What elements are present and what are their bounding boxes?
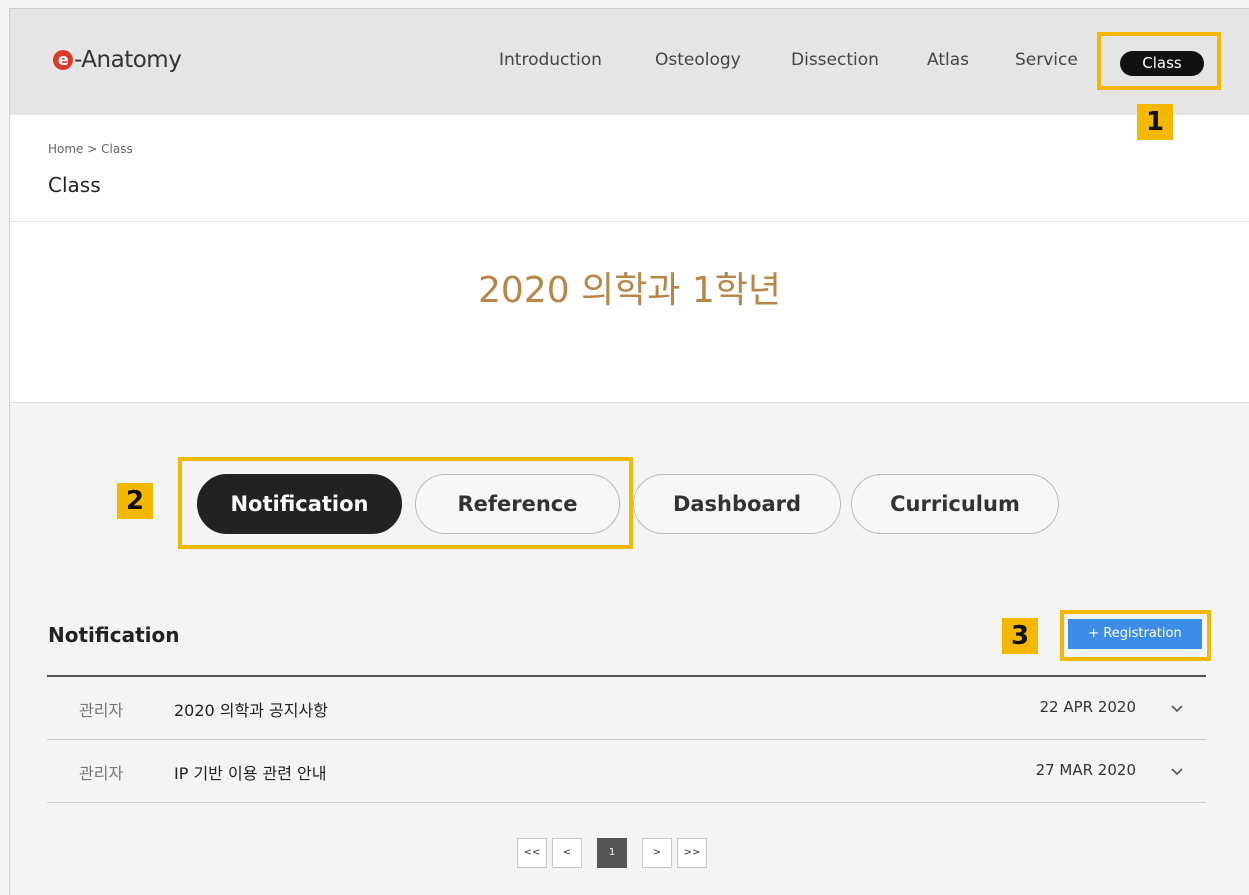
notice-subject[interactable]: 2020 의학과 공지사항	[174, 697, 328, 721]
highlight-tabs	[178, 457, 633, 549]
list-item[interactable]: 관리자 IP 기반 이용 관련 안내 27 MAR 2020	[47, 740, 1206, 803]
notice-subject[interactable]: IP 기반 이용 관련 안내	[174, 760, 326, 784]
nav-introduction[interactable]: Introduction	[499, 50, 602, 70]
page-number-current[interactable]: 1	[597, 838, 627, 868]
list-item[interactable]: 관리자 2020 의학과 공지사항 22 APR 2020	[47, 677, 1206, 740]
notice-author: 관리자	[79, 764, 124, 783]
main-nav: Introduction Osteology Dissection Atlas …	[10, 9, 1249, 115]
class-title: 2020 의학과 1학년	[477, 270, 781, 311]
highlight-class-nav	[1097, 32, 1221, 90]
notice-list: 관리자 2020 의학과 공지사항 22 APR 2020 관리자 IP 기반 …	[47, 675, 1206, 803]
breadcrumb-home[interactable]: Home	[48, 142, 83, 156]
breadcrumb-current: Class	[101, 142, 133, 156]
highlight-registration	[1060, 610, 1211, 661]
page-next-button[interactable]: >	[642, 838, 672, 868]
page-title: Class	[48, 173, 101, 197]
notice-date: 27 MAR 2020	[1035, 761, 1136, 779]
pagination: << < 1 > >>	[517, 838, 707, 868]
page-last-button[interactable]: >>	[677, 838, 707, 868]
notice-date: 22 APR 2020	[1039, 698, 1136, 716]
tab-dashboard[interactable]: Dashboard	[633, 474, 841, 534]
class-banner: 2020 의학과 1학년	[10, 222, 1249, 403]
tab-curriculum[interactable]: Curriculum	[851, 474, 1059, 534]
nav-service[interactable]: Service	[1015, 50, 1078, 70]
page-frame: e -Anatomy Introduction Osteology Dissec…	[9, 8, 1249, 895]
chevron-down-icon[interactable]	[1168, 762, 1186, 780]
annotation-badge-2: 2	[117, 483, 153, 519]
section-title: Notification	[48, 623, 180, 647]
annotation-badge-3: 3	[1002, 618, 1038, 654]
page-prev-button[interactable]: <	[552, 838, 582, 868]
page-first-button[interactable]: <<	[517, 838, 547, 868]
breadcrumb: Home > Class	[48, 142, 133, 156]
nav-atlas[interactable]: Atlas	[927, 50, 969, 70]
chevron-down-icon[interactable]	[1168, 699, 1186, 717]
breadcrumb-area: Home > Class Class	[10, 115, 1249, 222]
top-header: e -Anatomy Introduction Osteology Dissec…	[10, 9, 1249, 115]
annotation-badge-1: 1	[1137, 104, 1173, 140]
nav-osteology[interactable]: Osteology	[655, 50, 741, 70]
breadcrumb-separator: >	[87, 142, 98, 156]
nav-dissection[interactable]: Dissection	[791, 50, 879, 70]
notice-author: 관리자	[79, 701, 124, 720]
